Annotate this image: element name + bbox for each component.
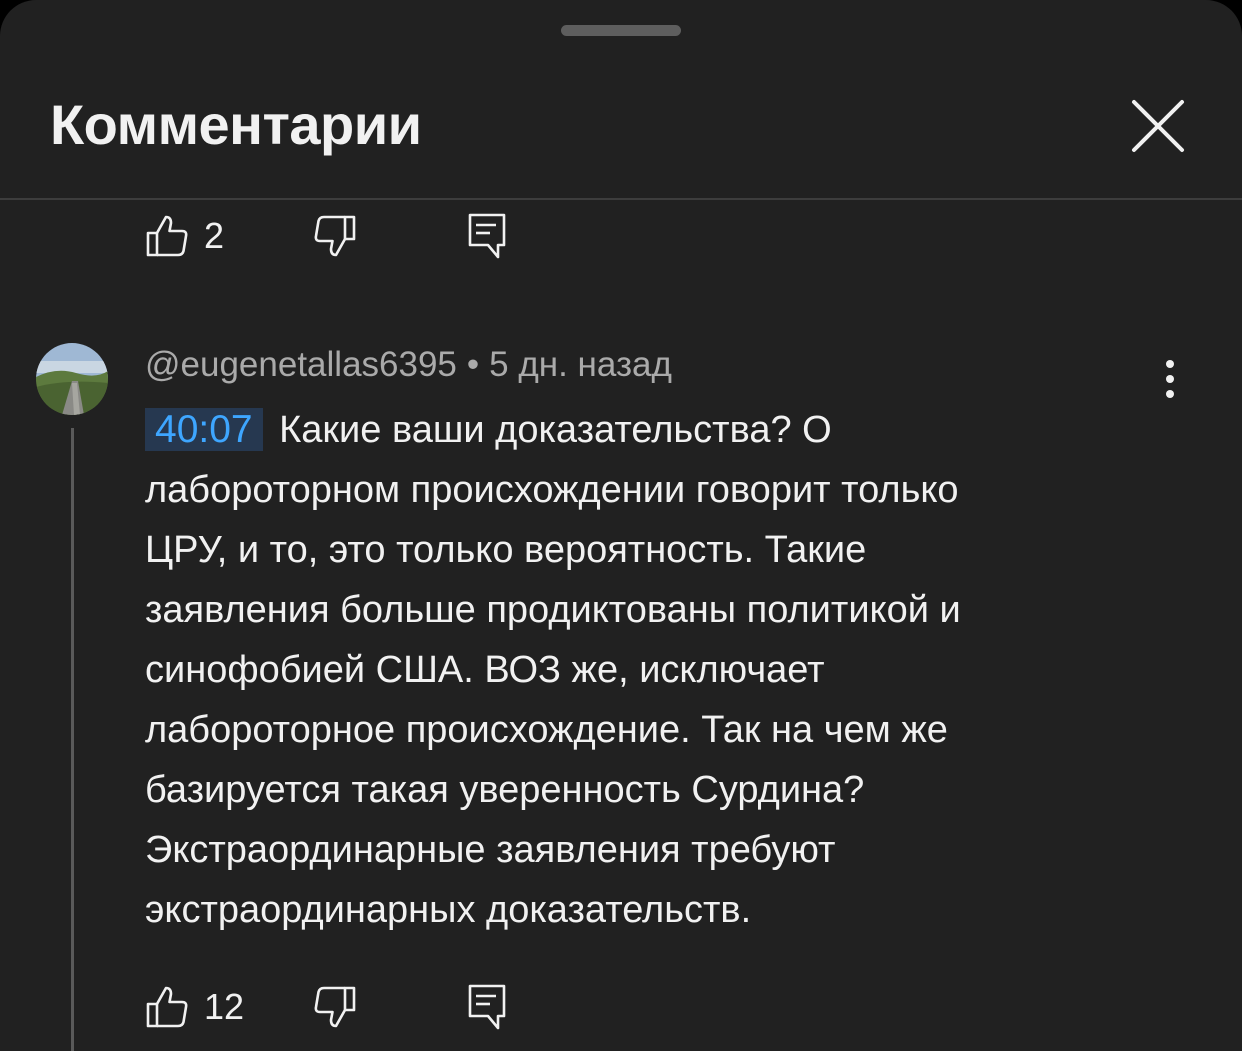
close-button[interactable] [1120,88,1196,164]
like-count: 2 [204,215,225,256]
thumbs-down-icon [314,986,356,1028]
sheet-title: Комментарии [50,93,422,156]
thread-line [71,428,74,1051]
close-icon [1132,100,1184,152]
comment-line: заявления больше продиктованы политикой … [145,589,961,631]
comment-line: экстраординарных доказательств. [145,889,752,931]
reply-button[interactable] [464,210,510,262]
comment-line: Экстраординарные заявления требуют [145,829,836,871]
reply-icon [468,984,506,1030]
like-button[interactable]: 2 [144,210,224,262]
drag-handle[interactable] [561,25,681,36]
avatar-image [36,343,108,415]
like-count: 12 [204,986,245,1027]
comment-time: 5 дн. назад [489,345,672,384]
comment-line: лабороторном происхождении говорит тольк… [145,469,959,511]
thumbs-down-icon [314,215,356,257]
timestamp-link[interactable]: 40:07 [145,408,263,451]
thumbs-up-icon [146,215,188,257]
avatar[interactable] [36,343,108,415]
comment-line-text: Какие ваши доказательства? О [268,409,832,451]
comment-meta: @eugenetallas6395 • 5 дн. назад [145,345,672,385]
comment-line: синофобией США. ВОЗ же, исключает [145,649,825,691]
more-options-button[interactable] [1150,354,1190,404]
dislike-button[interactable] [312,981,358,1033]
comment-line: ЦРУ, и то, это только вероятность. Такие [145,529,867,571]
reply-icon [468,213,506,259]
comment-line: базируется такая уверенность Сурдина? [145,769,865,811]
like-button[interactable]: 12 [144,981,244,1033]
more-vertical-icon [1166,360,1174,398]
dislike-button[interactable] [312,210,358,262]
thumbs-up-icon [146,986,188,1028]
comment-line: 40:07 Какие ваши доказательства? О [145,400,1145,460]
reply-button[interactable] [464,981,510,1033]
meta-separator: • [466,345,480,384]
comment-text: 40:07 Какие ваши доказательства? О лабор… [145,400,1145,940]
comments-sheet: Комментарии 2 @eugenetallas6395 • 5 дн. … [0,0,1242,1051]
comment-actions: 12 [144,981,544,1033]
previous-comment-actions: 2 [144,210,544,262]
comment-line: лабороторное происхождение. Так на чем ж… [145,709,948,751]
comment-author[interactable]: @eugenetallas6395 [145,345,457,384]
header-divider [0,198,1242,200]
